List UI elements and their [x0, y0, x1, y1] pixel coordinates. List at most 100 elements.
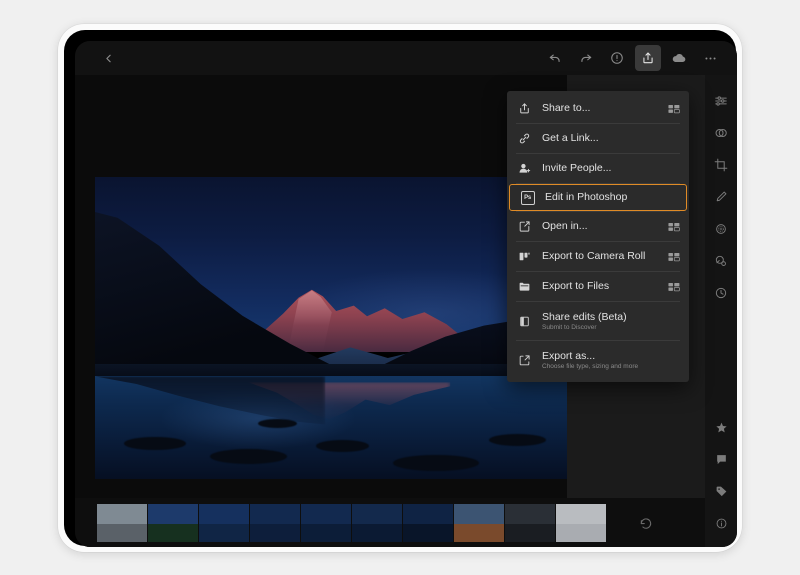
thumb-sky: [148, 504, 198, 525]
redo-icon: [579, 51, 593, 65]
filmstrip-thumbnail[interactable]: [556, 504, 606, 542]
thumb-land: [301, 524, 351, 541]
menu-item-label: Export as...: [542, 350, 638, 362]
filmstrip-thumbnail[interactable]: [97, 504, 147, 542]
thumb-sky: [352, 504, 402, 525]
thumb-land: [250, 524, 300, 541]
share-button[interactable]: [635, 45, 661, 71]
menu-item-label: Edit in Photoshop: [545, 191, 627, 203]
help-circle-icon: [610, 51, 624, 65]
toolbar-right-group: [542, 45, 737, 71]
top-toolbar: [75, 41, 737, 75]
thumb-sky: [505, 504, 555, 525]
filmstrip-thumbnail[interactable]: [199, 504, 249, 542]
rail-bottom-group: [707, 409, 735, 547]
link-icon: [516, 130, 533, 147]
filmstrip-thumbnail-selected[interactable]: [301, 504, 351, 542]
undo-button[interactable]: [542, 45, 568, 71]
optics-icon[interactable]: [707, 247, 735, 275]
keyboard-shortcut-icon: [667, 221, 680, 232]
photo-canvas[interactable]: [95, 177, 575, 479]
photo-rock: [210, 449, 287, 464]
menu-item-invite-people[interactable]: Invite People...: [507, 154, 689, 183]
ellipsis-icon: [703, 51, 718, 66]
menu-item-label: Share edits (Beta): [542, 311, 627, 323]
filmstrip-thumbnail[interactable]: [352, 504, 402, 542]
export-as-icon: [516, 352, 533, 369]
menu-item-share-to[interactable]: Share to...: [507, 94, 689, 123]
menu-item-get-a-link[interactable]: Get a Link...: [507, 124, 689, 153]
history-icon[interactable]: [707, 279, 735, 307]
comment-icon[interactable]: [707, 445, 735, 473]
thumb-sky: [199, 504, 249, 525]
rail-top-group: [707, 75, 735, 307]
menu-item-label: Invite People...: [542, 162, 611, 174]
menu-item-sublabel: Choose file type, sizing and more: [542, 363, 638, 371]
thumb-sky: [403, 504, 453, 525]
share-dropdown-menu: Share to...: [507, 91, 689, 382]
cloud-sync-button[interactable]: [666, 45, 692, 71]
help-button[interactable]: [604, 45, 630, 71]
thumb-land: [454, 524, 504, 541]
menu-item-label: Export to Camera Roll: [542, 250, 645, 262]
more-options-button[interactable]: [697, 45, 723, 71]
redo-button[interactable]: [573, 45, 599, 71]
share-edits-icon: [516, 313, 533, 330]
filmstrip-thumbnail[interactable]: [403, 504, 453, 542]
photo-rock: [258, 419, 296, 428]
menu-item-share-edits-beta[interactable]: Share edits (Beta) Submit to Discover: [507, 302, 689, 340]
thumb-land: [505, 524, 555, 541]
keyboard-shortcut-icon: [667, 251, 680, 262]
masking-icon[interactable]: [707, 215, 735, 243]
filmstrip-thumbnail[interactable]: [250, 504, 300, 542]
cloud-icon: [671, 50, 687, 66]
photo-rock: [316, 440, 369, 452]
lightroom-app-screen: Share to...: [75, 41, 737, 547]
thumb-land: [352, 524, 402, 541]
menu-item-edit-in-photoshop[interactable]: Ps Edit in Photoshop: [509, 184, 687, 211]
back-button[interactable]: [95, 45, 121, 71]
filmstrip[interactable]: [97, 503, 606, 543]
thumb-sky: [556, 504, 606, 525]
right-tool-rail: [705, 75, 737, 547]
color-mix-icon[interactable]: [707, 119, 735, 147]
thumb-sky: [97, 504, 147, 525]
filmstrip-thumbnail[interactable]: [454, 504, 504, 542]
tablet-bezel: Share to...: [64, 30, 736, 546]
thumb-land: [97, 524, 147, 541]
filmstrip-thumbnail[interactable]: [505, 504, 555, 542]
files-icon: [516, 278, 533, 295]
undo-icon: [548, 51, 562, 65]
edit-sliders-icon[interactable]: [707, 87, 735, 115]
menu-item-label: Share to...: [542, 102, 590, 114]
filmstrip-bar: [75, 498, 705, 547]
chevron-left-icon: [102, 52, 115, 65]
menu-item-label: Open in...: [542, 220, 588, 232]
filmstrip-thumbnail[interactable]: [148, 504, 198, 542]
person-add-icon: [516, 160, 533, 177]
thumb-sky: [454, 504, 504, 525]
photoshop-badge-label: Ps: [521, 191, 535, 205]
tablet-device-frame: Share to...: [58, 24, 742, 552]
thumb-land: [148, 524, 198, 541]
keyword-tag-icon[interactable]: [707, 477, 735, 505]
thumb-land: [199, 524, 249, 541]
menu-item-export-as[interactable]: Export as... Choose file type, sizing an…: [507, 341, 689, 379]
menu-item-export-camera-roll[interactable]: Export to Camera Roll: [507, 242, 689, 271]
menu-item-sublabel: Submit to Discover: [542, 324, 627, 332]
thumb-sky: [250, 504, 300, 525]
share-upload-icon: [641, 51, 655, 65]
menu-item-label: Get a Link...: [542, 132, 599, 144]
crop-icon[interactable]: [707, 151, 735, 179]
keyboard-shortcut-icon: [667, 103, 680, 114]
share-icon: [516, 100, 533, 117]
revert-button[interactable]: [633, 510, 659, 536]
healing-brush-icon[interactable]: [707, 183, 735, 211]
revert-arrow-icon: [639, 516, 653, 530]
star-rating-icon[interactable]: [707, 413, 735, 441]
info-icon[interactable]: [707, 509, 735, 537]
photoshop-icon: Ps: [519, 189, 536, 206]
menu-item-label: Export to Files: [542, 280, 609, 292]
menu-item-open-in[interactable]: Open in...: [507, 212, 689, 241]
menu-item-export-to-files[interactable]: Export to Files: [507, 272, 689, 301]
